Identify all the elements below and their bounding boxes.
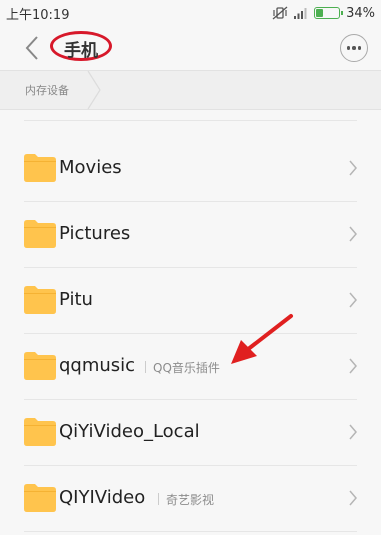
folder-icon: [24, 484, 56, 512]
more-dot: [352, 46, 356, 50]
chevron-right-icon: [349, 292, 357, 308]
battery-icon: [314, 7, 344, 19]
list-item[interactable]: QiYiVideo_Local: [0, 401, 381, 466]
more-options-button[interactable]: [340, 34, 368, 62]
annotation-arrow-icon: [231, 314, 293, 364]
list-item[interactable]: qqmusic QQ音乐插件: [0, 335, 381, 400]
folder-list: miui Movies Pictures Pitu: [0, 109, 381, 535]
list-item[interactable]: Pictures: [0, 203, 381, 268]
divider: [24, 267, 357, 268]
status-time: 上午10:19: [6, 7, 70, 23]
list-item[interactable]: Movies: [0, 137, 381, 202]
folder-name: Pitu: [59, 289, 93, 310]
status-bar: 上午10:19 34%: [0, 0, 381, 26]
chevron-right-icon: [349, 490, 357, 506]
folder-icon: [24, 220, 56, 248]
folder-name: Movies: [59, 157, 122, 178]
folder-name: QiYiVideo_Local: [59, 421, 200, 442]
divider: [24, 333, 357, 334]
divider: [24, 531, 357, 532]
folder-description: QQ音乐插件: [145, 359, 220, 376]
folder-icon: [24, 286, 56, 314]
status-icons: 34%: [272, 6, 375, 21]
folder-name: QIYIVideo: [59, 487, 146, 508]
folder-name: qqmusic: [59, 355, 136, 376]
divider: [24, 120, 357, 121]
list-item[interactable]: QIYIVideo 奇艺影视: [0, 467, 381, 532]
folder-description: 奇艺影视: [158, 491, 214, 508]
divider: [24, 465, 357, 466]
back-chevron-icon[interactable]: [24, 35, 40, 61]
title-bar: 手机: [0, 26, 381, 70]
list-item[interactable]: Pitu: [0, 269, 381, 334]
list-item[interactable]: miui: [0, 109, 381, 121]
chevron-right-icon: [349, 424, 357, 440]
battery-percent: 34%: [346, 5, 375, 21]
folder-name: Pictures: [59, 223, 131, 244]
divider: [24, 201, 357, 202]
folder-icon: [24, 352, 56, 380]
breadcrumb: 内存设备: [0, 70, 381, 110]
more-dot: [357, 46, 362, 50]
chevron-right-icon: [349, 160, 357, 176]
page-title: 手机: [64, 41, 98, 61]
chevron-right-icon: [349, 358, 357, 374]
folder-icon: [24, 154, 56, 182]
folder-description-text: QQ音乐插件: [153, 361, 220, 375]
folder-description-text: 奇艺影视: [166, 493, 215, 507]
divider: [24, 399, 357, 400]
folder-icon: [24, 418, 56, 446]
chevron-right-icon: [349, 226, 357, 242]
breadcrumb-separator-icon: [87, 71, 101, 109]
more-dot: [346, 46, 351, 50]
vibrate-mute-icon: [272, 6, 288, 20]
breadcrumb-item-internal-storage[interactable]: 内存设备: [25, 82, 69, 98]
signal-icon: [294, 8, 307, 19]
